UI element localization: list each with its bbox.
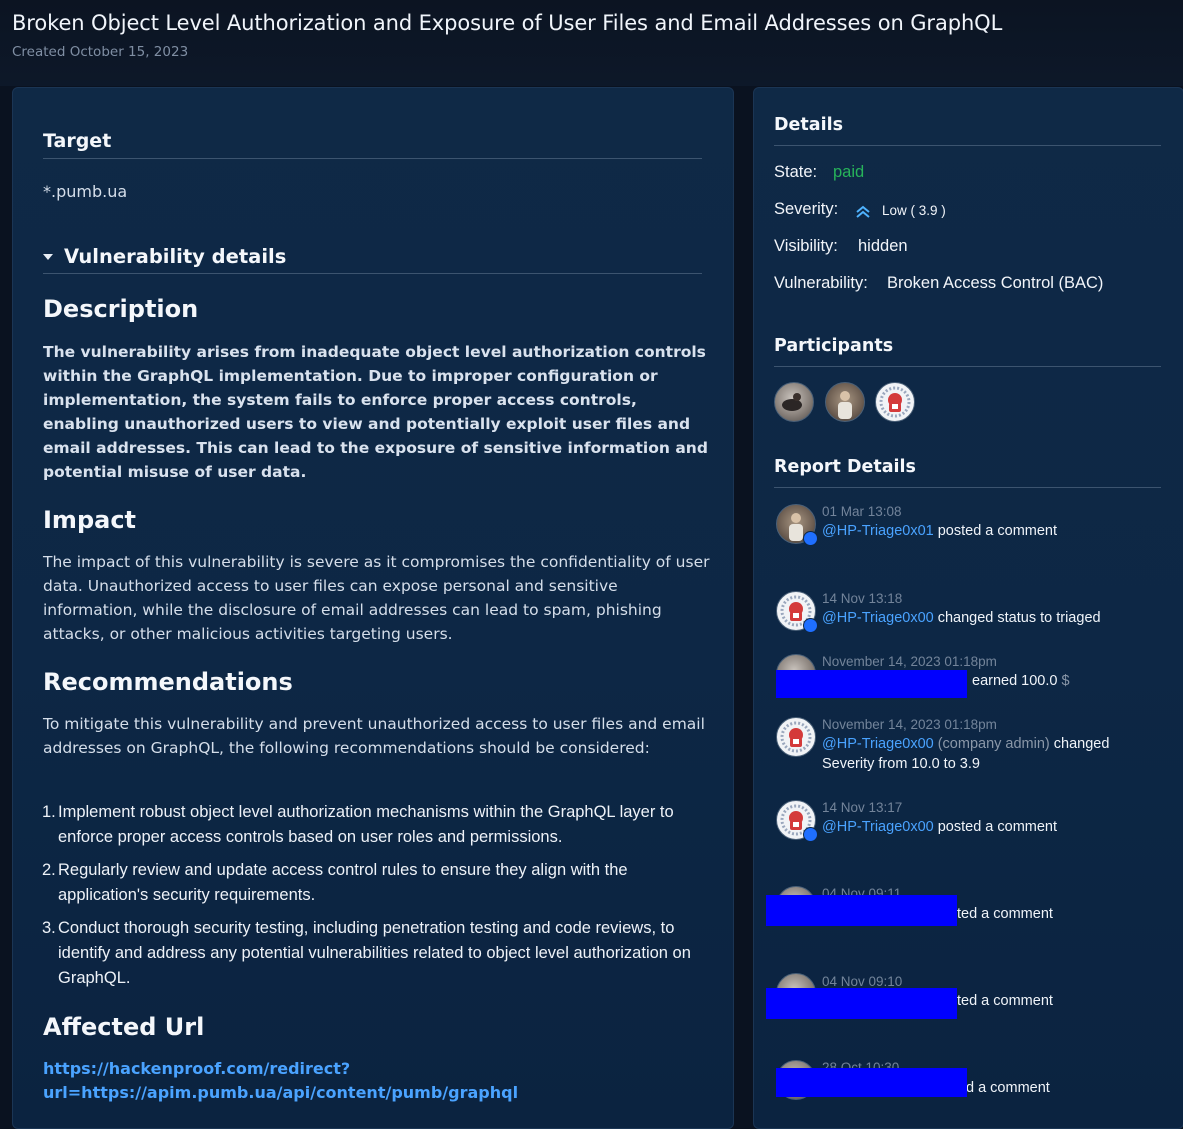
activity-action: posted a comment (933, 523, 1058, 539)
activity-action: changed (1049, 736, 1110, 752)
vuln-details-toggle[interactable]: Vulnerability details (43, 243, 703, 273)
affected-url-link[interactable]: https://hackenproof.com/redirect? url=ht… (43, 1057, 518, 1105)
list-number: 3. (42, 919, 56, 937)
user-link[interactable]: @HP-Triage0x01 (822, 523, 934, 539)
activity-time: November 14, 2023 01:18pm (822, 717, 997, 732)
chevron-double-up-icon (855, 204, 871, 218)
participant-avatar[interactable] (825, 382, 865, 422)
activity-time: 14 Nov 13:17 (822, 800, 903, 815)
list-number: 1. (42, 803, 56, 821)
participant-avatar[interactable] (875, 382, 915, 422)
description-text: The vulnerability arises from inadequate… (43, 343, 708, 481)
currency: $ (1061, 673, 1070, 689)
list-item-text: Regularly review and update access contr… (58, 861, 628, 904)
divider (774, 145, 1161, 146)
activity-action: ted a comment (957, 993, 1053, 1009)
details-heading: Details (774, 115, 843, 135)
user-role: (company admin) (933, 736, 1050, 752)
activity-time: 04 Nov 09:10 (822, 974, 903, 989)
recommendation-item: 3. Conduct thorough security testing, in… (42, 916, 713, 991)
recommendation-item: 2. Regularly review and update access co… (42, 858, 713, 908)
recommendation-item: 1. Implement robust object level authori… (42, 800, 713, 850)
activity-time: 14 Nov 13:18 (822, 591, 903, 606)
impact-heading: Impact (43, 506, 137, 534)
list-number: 2. (42, 861, 56, 879)
report-title: Broken Object Level Authorization and Ex… (12, 11, 1003, 35)
activity-action: posted a comment (933, 819, 1058, 835)
activity-time: November 14, 2023 01:18pm (822, 654, 997, 669)
list-item-text: Conduct thorough security testing, inclu… (58, 919, 691, 987)
affected-url-heading: Affected Url (43, 1013, 205, 1041)
state-value: paid (833, 163, 865, 181)
recommendations-intro: To mitigate this vulnerability and preve… (43, 715, 705, 757)
redaction-box (766, 895, 957, 926)
activity-action-detail: Severity from 10.0 to 3.9 (822, 756, 980, 772)
visibility-label: Visibility: (774, 237, 838, 255)
user-link[interactable]: @HP-Triage0x00 (822, 819, 934, 835)
description-heading: Description (43, 295, 199, 323)
recommendations-heading: Recommendations (43, 668, 293, 696)
redaction-box (776, 670, 967, 698)
report-body-panel: Target *.pumb.ua Vulnerability details D… (12, 87, 734, 1129)
activity-action: d a comment (966, 1080, 1050, 1096)
vuln-details-heading: Vulnerability details (64, 245, 287, 268)
comment-icon (803, 531, 818, 546)
user-link[interactable]: @HP-Triage0x00 (822, 736, 934, 752)
visibility-value: hidden (858, 237, 908, 255)
activity-action: ted a comment (957, 906, 1053, 922)
participant-avatar[interactable] (774, 382, 814, 422)
target-heading: Target (43, 130, 112, 152)
affected-url-line1: https://hackenproof.com/redirect? (43, 1059, 351, 1078)
activity-action: changed status to triaged (933, 610, 1101, 626)
user-link[interactable]: @HP-Triage0x00 (822, 610, 934, 626)
vulnerability-value: Broken Access Control (BAC) (887, 274, 1104, 292)
status-change-icon (803, 618, 818, 633)
comment-icon (803, 827, 818, 842)
created-date: Created October 15, 2023 (12, 44, 189, 60)
state-label: State: (774, 163, 818, 181)
divider (43, 273, 702, 274)
activity-action: earned 100.0 (972, 673, 1058, 689)
severity-value: Low ( 3.9 ) (882, 203, 946, 218)
target-value: *.pumb.ua (43, 182, 128, 201)
activity-time: 01 Mar 13:08 (822, 504, 902, 519)
impact-text: The impact of this vulnerability is seve… (43, 553, 710, 643)
redaction-box (766, 988, 957, 1019)
list-item-text: Implement robust object level authorizat… (58, 803, 674, 846)
severity-label: Severity: (774, 200, 839, 218)
participants-heading: Participants (774, 336, 894, 356)
page-header: Broken Object Level Authorization and Ex… (0, 0, 1183, 86)
details-sidebar: Details State: paid Severity: Low ( 3.9 … (753, 87, 1183, 1129)
report-details-heading: Report Details (774, 457, 916, 477)
caret-down-icon (43, 254, 53, 260)
divider (774, 366, 1161, 367)
vulnerability-label: Vulnerability: (774, 274, 868, 292)
divider (774, 487, 1161, 488)
redaction-box (776, 1068, 967, 1097)
user-avatar[interactable] (776, 717, 816, 757)
affected-url-line2: url=https://apim.pumb.ua/api/content/pum… (43, 1083, 519, 1102)
divider (43, 158, 702, 159)
